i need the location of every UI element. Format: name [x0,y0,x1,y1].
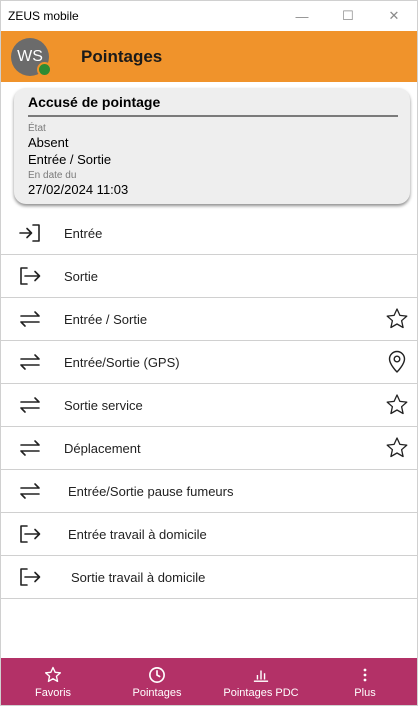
window-title: ZEUS mobile [8,9,79,23]
card-title: Accusé de pointage [28,94,398,117]
action-pause-fumeurs[interactable]: Entrée/Sortie pause fumeurs [1,470,417,513]
action-entree[interactable]: Entrée [1,212,417,255]
action-entree-domicile[interactable]: Entrée travail à domicile [1,513,417,556]
nav-pointages[interactable]: Pointages [105,658,209,705]
clock-icon [148,664,166,686]
exit-icon [18,522,42,546]
close-button[interactable]: ✕ [371,1,417,31]
page-title: Pointages [81,46,163,66]
nav-plus[interactable]: Plus [313,658,417,705]
action-label: Entrée / Sortie [64,311,148,327]
bar-chart-icon [252,664,270,686]
nav-label: Pointages PDC [223,687,299,699]
action-label: Déplacement [64,440,141,456]
date-value: 27/02/2024 11:03 [28,182,129,197]
nav-pointages-pdc[interactable]: Pointages PDC [209,658,313,705]
avatar[interactable]: WS [11,37,52,77]
swap-icon [18,350,42,374]
nav-label: Pointages [132,687,182,699]
type-value: Entrée / Sortie [28,152,112,167]
title-bar: ZEUS mobile — ☐ ✕ [1,1,417,31]
swap-icon [18,393,42,417]
exit-icon [18,565,42,589]
star-icon[interactable] [384,392,410,418]
action-sortie-domicile[interactable]: Sortie travail à domicile [1,556,417,599]
action-list: Entrée Sortie Entrée / Sortie Entrée/Sor… [1,212,417,599]
bottom-nav: Favoris Pointages Pointages PDC Plus [1,658,417,705]
action-deplacement[interactable]: Déplacement [1,427,417,470]
date-label: En date du [28,170,77,181]
presence-indicator [37,61,52,77]
more-vertical-icon [362,664,368,686]
star-icon[interactable] [384,435,410,461]
app-header: WS Pointages [1,31,417,82]
nav-favoris[interactable]: Favoris [1,658,105,705]
enter-icon [18,221,42,245]
action-entree-sortie-gps[interactable]: Entrée/Sortie (GPS) [1,341,417,384]
app-window: ZEUS mobile — ☐ ✕ WS Pointages Accusé de… [0,0,418,706]
action-label: Sortie service [64,397,143,413]
exit-icon [18,264,42,288]
receipt-card: Accusé de pointage État Absent Entrée / … [14,88,410,204]
minimize-button[interactable]: — [279,1,325,31]
state-value: Absent [28,135,69,150]
state-label: État [28,123,46,134]
swap-icon [18,479,42,503]
nav-label: Plus [354,687,376,699]
action-label: Sortie [64,268,98,284]
action-label: Entrée travail à domicile [68,526,207,542]
swap-icon [18,436,42,460]
action-label: Entrée/Sortie (GPS) [64,354,180,370]
window-controls: — ☐ ✕ [279,1,417,31]
star-icon [44,664,62,686]
action-entree-sortie[interactable]: Entrée / Sortie [1,298,417,341]
location-pin-icon[interactable] [384,349,410,375]
swap-icon [18,307,42,331]
star-icon[interactable] [384,306,410,332]
action-label: Sortie travail à domicile [71,569,206,585]
action-label: Entrée/Sortie pause fumeurs [68,483,234,499]
maximize-button[interactable]: ☐ [325,1,371,31]
action-sortie-service[interactable]: Sortie service [1,384,417,427]
nav-label: Favoris [34,687,72,699]
action-label: Entrée [64,225,103,241]
action-sortie[interactable]: Sortie [1,255,417,298]
